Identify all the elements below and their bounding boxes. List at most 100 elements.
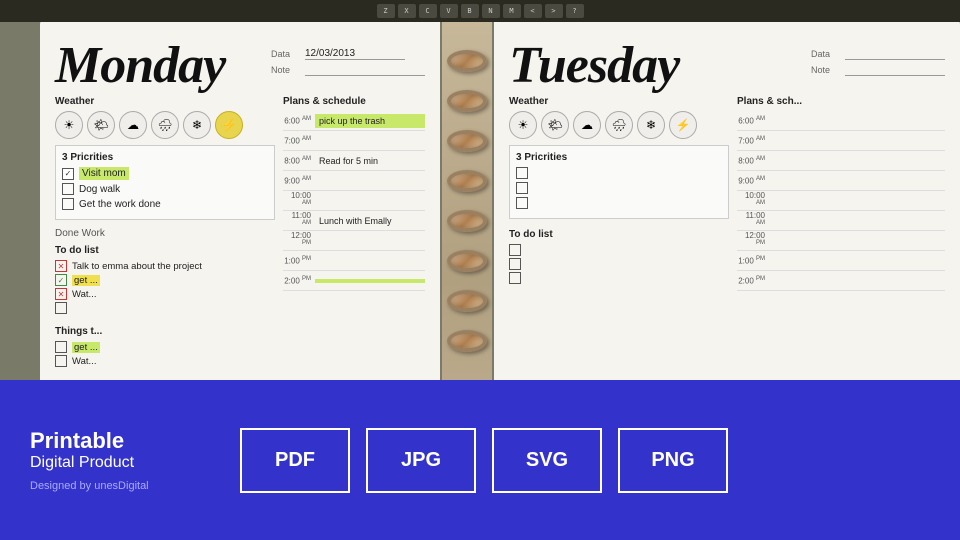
weather-icon-cloud[interactable]: ☁ — [119, 111, 147, 139]
key-z: Z — [377, 4, 395, 18]
schedule-row-600am: 6:00 AM pick up the trash — [283, 111, 425, 131]
monday-things-section: Things t... get ... Wat... — [55, 326, 275, 369]
key-c: C — [419, 4, 437, 18]
todo-item-2: ✓ get ... — [55, 274, 275, 286]
weather-icon-snow[interactable]: ❄ — [183, 111, 211, 139]
time-100pm: 1:00 PM — [283, 256, 315, 266]
done-work-label: Done Work — [55, 228, 275, 239]
tue-weather-sun[interactable]: ☀ — [509, 111, 537, 139]
key-x: X — [398, 4, 416, 18]
content-600am: pick up the trash — [315, 114, 425, 128]
tue-row-1100am: 11:00 AM — [737, 211, 945, 231]
format-jpg-button[interactable]: JPG — [366, 428, 476, 493]
tue-time-1000am: 10:00 AM — [737, 191, 769, 210]
tue-row-800am: 8:00 AM — [737, 151, 945, 171]
tue-row-600am: 6:00 AM — [737, 111, 945, 131]
tue-weather-lightning[interactable]: ⚡ — [669, 111, 697, 139]
tue-weather-cloud-sun[interactable]: 🌤 — [541, 111, 569, 139]
monday-todo-section: To do list ✕ Talk to emma about the proj… — [55, 245, 275, 316]
tue-time-1200pm: 12:00 PM — [737, 231, 769, 250]
key-comma: < — [524, 4, 542, 18]
monday-priorities-title: 3 Pricrities — [62, 152, 268, 163]
weather-icon-overcast[interactable]: 🌧 — [151, 111, 179, 139]
ring-5 — [447, 210, 487, 232]
product-title-area: Printable Digital Product — [30, 428, 210, 472]
tuesday-heading: Tuesday — [509, 40, 679, 92]
todo-item-3: ✕ Wat... — [55, 288, 275, 300]
product-info: Printable Digital Product Designed by un… — [30, 428, 210, 492]
priority-item-2: Dog walk — [62, 183, 268, 195]
monday-date-value: 12/03/2013 — [305, 48, 405, 60]
format-svg-button[interactable]: SVG — [492, 428, 602, 493]
tue-time-700am: 7:00 AM — [737, 136, 769, 146]
monday-date-section: Data 12/03/2013 Note — [271, 48, 425, 76]
time-200pm: 2:00 PM — [283, 276, 315, 286]
key-slash: ? — [566, 4, 584, 18]
monday-things-title: Things t... — [55, 326, 275, 337]
tue-todo-1-checkbox[interactable] — [509, 244, 521, 256]
monday-heading: Monday — [55, 40, 225, 92]
format-pdf-button[interactable]: PDF — [240, 428, 350, 493]
things-1-checkbox[interactable] — [55, 341, 67, 353]
todo-4-checkbox[interactable] — [55, 302, 67, 314]
todo-3-checkbox[interactable]: ✕ — [55, 288, 67, 300]
tuesday-date-section: Data Note — [811, 48, 945, 76]
priority-1-checkbox[interactable]: ✓ — [62, 168, 74, 180]
monday-weather-label: Weather — [55, 96, 275, 107]
tuesday-date-label: Data — [811, 49, 839, 59]
priority-2-label: Dog walk — [79, 184, 120, 195]
tuesday-todo-section: To do list — [509, 229, 729, 286]
ring-6 — [447, 250, 487, 272]
weather-icon-lightning[interactable]: ⚡ — [215, 111, 243, 139]
tue-todo-item-1 — [509, 244, 729, 256]
format-png-button[interactable]: PNG — [618, 428, 728, 493]
things-item-2: Wat... — [55, 355, 275, 367]
tue-weather-snow[interactable]: ❄ — [637, 111, 665, 139]
tue-todo-item-2 — [509, 258, 729, 270]
tue-priority-2-checkbox[interactable] — [516, 182, 528, 194]
todo-2-label: get ... — [72, 275, 100, 286]
things-1-label: get ... — [72, 342, 100, 353]
tue-time-800am: 8:00 AM — [737, 156, 769, 166]
tue-row-1000am: 10:00 AM — [737, 191, 945, 211]
todo-2-checkbox[interactable]: ✓ — [55, 274, 67, 286]
things-2-checkbox[interactable] — [55, 355, 67, 367]
tue-priority-item-3 — [516, 197, 722, 209]
tue-weather-cloud[interactable]: ☁ — [573, 111, 601, 139]
weather-icon-cloud-sun[interactable]: 🌤 — [87, 111, 115, 139]
time-700am: 7:00 AM — [283, 136, 315, 146]
content-1100am: Lunch with Emally — [315, 216, 425, 226]
monday-priorities-section: 3 Pricrities ✓ Visit mom Dog walk Get th… — [55, 145, 275, 220]
tuesday-todo-title: To do list — [509, 229, 729, 240]
key-n: N — [482, 4, 500, 18]
schedule-row-1200pm: 12:00 PM — [283, 231, 425, 251]
tue-todo-2-checkbox[interactable] — [509, 258, 521, 270]
todo-1-checkbox[interactable]: ✕ — [55, 260, 67, 272]
weather-icon-sun[interactable]: ☀ — [55, 111, 83, 139]
time-800am: 8:00 AM — [283, 156, 315, 166]
tuesday-weather-section: Weather ☀ 🌤 ☁ 🌧 ❄ ⚡ — [509, 96, 729, 139]
todo-1-label: Talk to emma about the project — [72, 261, 202, 272]
monday-date-label: Data — [271, 49, 299, 59]
keyboard-bar: Z X C V B N M < > ? — [0, 0, 960, 22]
tue-priority-3-checkbox[interactable] — [516, 197, 528, 209]
tue-weather-overcast[interactable]: 🌧 — [605, 111, 633, 139]
tue-time-200pm: 2:00 PM — [737, 276, 769, 286]
todo-item-1: ✕ Talk to emma about the project — [55, 260, 275, 272]
tuesday-plans-title: Plans & sch... — [737, 96, 945, 107]
time-1100am: 11:00 AM — [283, 211, 315, 230]
product-designer: Designed by unesDigital — [30, 480, 210, 492]
tue-row-100pm: 1:00 PM — [737, 251, 945, 271]
tuesday-note-label: Note — [811, 65, 839, 75]
tue-row-700am: 7:00 AM — [737, 131, 945, 151]
tue-row-200pm: 2:00 PM — [737, 271, 945, 291]
ring-4 — [447, 170, 487, 192]
priority-3-checkbox[interactable] — [62, 198, 74, 210]
priority-2-checkbox[interactable] — [62, 183, 74, 195]
ring-3 — [447, 130, 487, 152]
tue-priority-1-checkbox[interactable] — [516, 167, 528, 179]
key-b: B — [461, 4, 479, 18]
tue-todo-3-checkbox[interactable] — [509, 272, 521, 284]
tue-time-100pm: 1:00 PM — [737, 256, 769, 266]
tuesday-priorities-title: 3 Pricrities — [516, 152, 722, 163]
